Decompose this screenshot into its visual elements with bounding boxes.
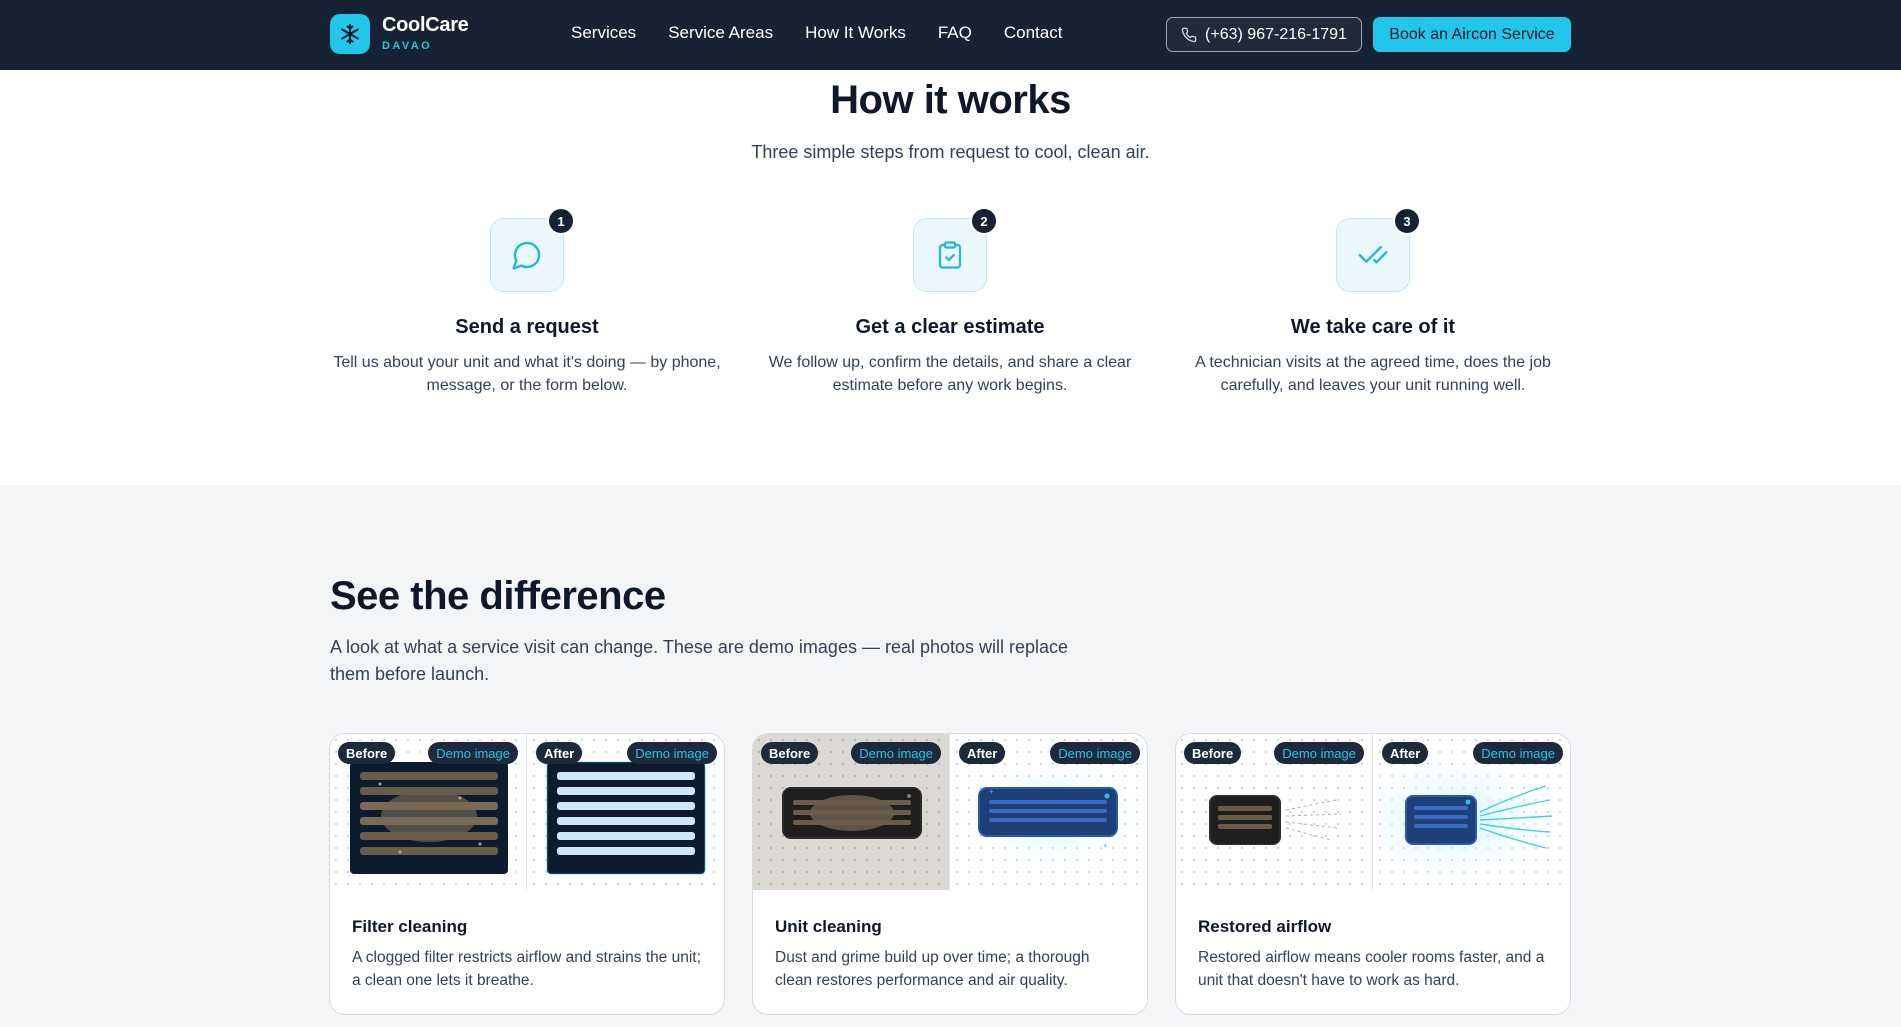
after-image: After Demo image xyxy=(528,734,724,890)
brand-name: CoolCare xyxy=(382,14,469,36)
demo-image-badge: Demo image xyxy=(1274,742,1364,764)
snowflake-icon xyxy=(330,14,370,54)
nav-link-services[interactable]: Services xyxy=(571,22,636,44)
difference-title: See the difference xyxy=(330,574,666,618)
brand-subtitle: DAVAO xyxy=(382,40,433,52)
card-description: Dust and grime build up over time; a tho… xyxy=(775,949,1090,989)
demo-image-badge: Demo image xyxy=(1473,742,1563,764)
how-it-works-subtitle: Three simple steps from request to cool,… xyxy=(751,142,1150,162)
after-image: After Demo image xyxy=(1374,734,1570,890)
nav-link-contact[interactable]: Contact xyxy=(1004,22,1063,44)
step-3: 3 We take care of it A technician visits… xyxy=(1173,207,1573,397)
step-number-badge: 1 xyxy=(547,207,575,235)
demo-image-badge: Demo image xyxy=(851,742,941,764)
nav-link-faq[interactable]: FAQ xyxy=(938,22,972,44)
step-title: Get a clear estimate xyxy=(855,316,1045,338)
after-badge: After xyxy=(959,742,1006,764)
step-2: 2 Get a clear estimate We follow up, con… xyxy=(750,207,1150,397)
before-image: Before Demo image xyxy=(753,734,950,890)
svg-text:+: + xyxy=(1103,841,1108,850)
phone-number: (+63) 967-216-1791 xyxy=(1205,25,1347,43)
nav-link-how-it-works[interactable]: How It Works xyxy=(805,22,906,44)
step-description: Tell us about your unit and what it's do… xyxy=(333,354,721,394)
after-badge: After xyxy=(1382,742,1429,764)
brand-logo[interactable]: CoolCare DAVAO xyxy=(330,14,469,54)
difference-subtitle: A look at what a service visit can chang… xyxy=(330,637,1069,684)
step-number-badge: 3 xyxy=(1393,207,1421,235)
demo-image-badge: Demo image xyxy=(1050,742,1140,764)
before-badge: Before xyxy=(338,742,396,764)
card-description: A clogged filter restricts airflow and s… xyxy=(352,949,701,989)
step-number-badge: 2 xyxy=(970,207,998,235)
after-badge: After xyxy=(536,742,583,764)
comparison-card-airflow: Before Demo image After Demo image Resto… xyxy=(1175,733,1571,1015)
nav-link-service-areas[interactable]: Service Areas xyxy=(668,22,773,44)
card-title: Unit cleaning xyxy=(775,917,882,936)
card-title: Restored airflow xyxy=(1198,917,1332,936)
phone-icon xyxy=(1181,27,1197,43)
demo-image-badge: Demo image xyxy=(428,742,518,764)
top-navbar: CoolCare DAVAO Services Service Areas Ho… xyxy=(0,0,1901,70)
step-description: We follow up, confirm the details, and s… xyxy=(768,354,1132,394)
card-description: Restored airflow means cooler rooms fast… xyxy=(1198,949,1545,989)
comparison-card-unit: Before Demo image + + After Demo image U… xyxy=(752,733,1148,1015)
clipboard-check-icon: 2 xyxy=(913,207,998,292)
before-image: Before Demo image xyxy=(330,734,527,890)
step-title: We take care of it xyxy=(1290,316,1456,338)
chat-bubble-icon: 1 xyxy=(490,207,575,292)
double-check-icon: 3 xyxy=(1336,207,1421,292)
step-title: Send a request xyxy=(455,316,599,338)
demo-image-badge: Demo image xyxy=(627,742,717,764)
before-badge: Before xyxy=(1184,742,1242,764)
before-image: Before Demo image xyxy=(1176,734,1373,890)
comparison-card-filter: Before Demo image After Demo image Filte… xyxy=(329,733,725,1015)
step-1: 1 Send a request Tell us about your unit… xyxy=(327,207,727,397)
how-it-works-title: How it works xyxy=(830,78,1071,122)
phone-button[interactable]: (+63) 967-216-1791 xyxy=(1166,17,1362,52)
book-service-button[interactable]: Book an Aircon Service xyxy=(1373,17,1571,52)
after-image: + + After Demo image xyxy=(951,734,1147,890)
before-badge: Before xyxy=(761,742,819,764)
svg-text:+: + xyxy=(989,787,994,796)
main-nav: Services Service Areas How It Works FAQ … xyxy=(571,22,1062,44)
card-title: Filter cleaning xyxy=(352,917,468,936)
step-description: A technician visits at the agreed time, … xyxy=(1195,354,1551,394)
